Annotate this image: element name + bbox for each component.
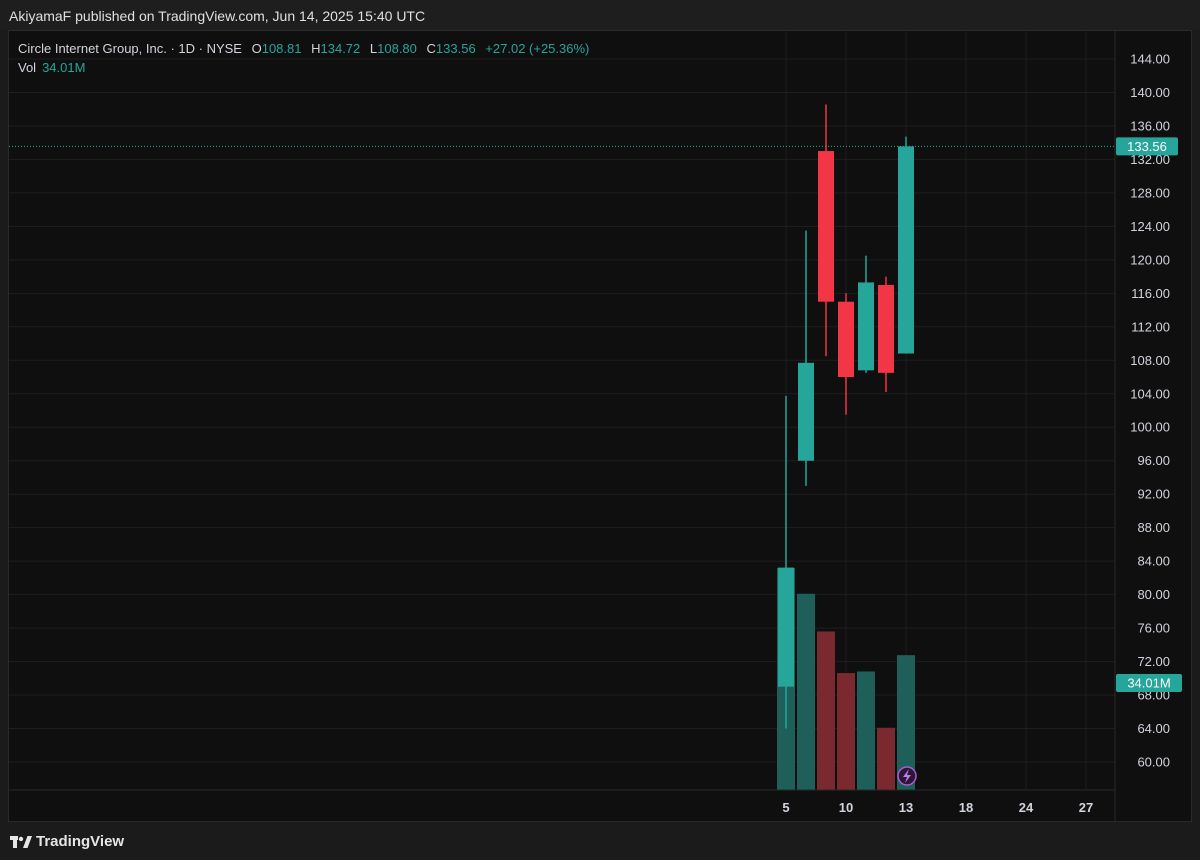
price-tick-label: 72.00 (1137, 654, 1170, 669)
price-tick-label: 140.00 (1130, 85, 1170, 100)
price-tick-label: 92.00 (1137, 487, 1170, 502)
tradingview-logo-icon (10, 835, 32, 848)
candle-body (898, 146, 914, 354)
last-price-label: 133.56 (1127, 139, 1167, 154)
price-tick-label: 76.00 (1137, 621, 1170, 636)
volume-value: 34.01M (42, 60, 86, 75)
candle (898, 136, 914, 354)
volume-bar (857, 671, 875, 790)
price-tick-label: 112.00 (1131, 319, 1170, 334)
time-axis: 5 10 13 18 24 27 (9, 789, 1115, 815)
price-tick-label: 80.00 (1137, 587, 1170, 602)
candle-body (838, 301, 854, 378)
high-value: 134.72 (320, 41, 361, 56)
candle (878, 276, 894, 393)
price-tick-label: 84.00 (1137, 554, 1170, 569)
price-tick-label: 96.00 (1137, 453, 1170, 468)
candle-body (878, 284, 894, 373)
last-volume-label: 34.01M (1127, 676, 1170, 691)
price-tick-label: 60.00 (1137, 755, 1170, 770)
price-tick-label: 100.00 (1130, 420, 1170, 435)
candle-body (778, 567, 794, 687)
lightning-event-icon[interactable] (897, 766, 917, 786)
change-value: +27.02 (+25.36%) (485, 41, 590, 56)
low-value: 108.80 (377, 41, 417, 56)
time-tick-label: 18 (959, 800, 973, 815)
tradingview-logo[interactable]: TradingView (10, 833, 124, 850)
price-tick-label: 108.00 (1130, 353, 1170, 368)
volume-bar (797, 593, 815, 790)
close-label: C (426, 41, 436, 56)
tradingview-brand: TradingView (36, 833, 125, 850)
price-tick-label: 116.00 (1131, 286, 1170, 301)
candle (858, 255, 874, 373)
price-tick-label: 88.00 (1137, 520, 1170, 535)
time-tick-label: 13 (899, 800, 913, 815)
price-tick-label: 128.00 (1130, 185, 1170, 200)
open-label: O (251, 41, 262, 56)
footer: TradingView (0, 822, 1200, 860)
volume-bar (817, 631, 835, 790)
candle (778, 395, 794, 729)
ohlc-row: Circle Internet Group, Inc. · 1D · NYSE … (18, 39, 589, 58)
price-tick-label: 104.00 (1130, 386, 1170, 401)
candle-body (818, 151, 834, 302)
price-tick-label: 124.00 (1130, 219, 1170, 234)
candlestick-chart[interactable]: 144.00140.00136.00132.00128.00124.00120.… (0, 0, 1200, 860)
grid (9, 31, 1115, 790)
candle (818, 104, 834, 357)
candle (798, 230, 814, 486)
price-tick-label: 136.00 (1130, 118, 1170, 133)
price-tick-label: 144.00 (1130, 52, 1170, 67)
candle-body (798, 362, 814, 461)
time-tick-label: 5 (782, 800, 789, 815)
volume-bar (837, 673, 855, 790)
time-tick-label: 10 (839, 800, 853, 815)
volume-row: Vol 34.01M (18, 58, 589, 77)
volume-label[interactable]: Vol (18, 60, 36, 75)
candle-body (858, 282, 874, 371)
close-value: 133.56 (435, 41, 476, 56)
time-tick-label: 24 (1019, 800, 1034, 815)
candle (838, 293, 854, 415)
high-label: H (311, 41, 321, 56)
price-tick-label: 120.00 (1130, 252, 1170, 267)
price-tick-label: 64.00 (1137, 721, 1170, 736)
chart-legend: Circle Internet Group, Inc. · 1D · NYSE … (18, 39, 589, 77)
open-value: 108.81 (261, 41, 302, 56)
symbol-label[interactable]: Circle Internet Group, Inc. · 1D · NYSE (18, 41, 242, 56)
volume-bar (877, 727, 895, 790)
time-tick-label: 27 (1079, 800, 1093, 815)
